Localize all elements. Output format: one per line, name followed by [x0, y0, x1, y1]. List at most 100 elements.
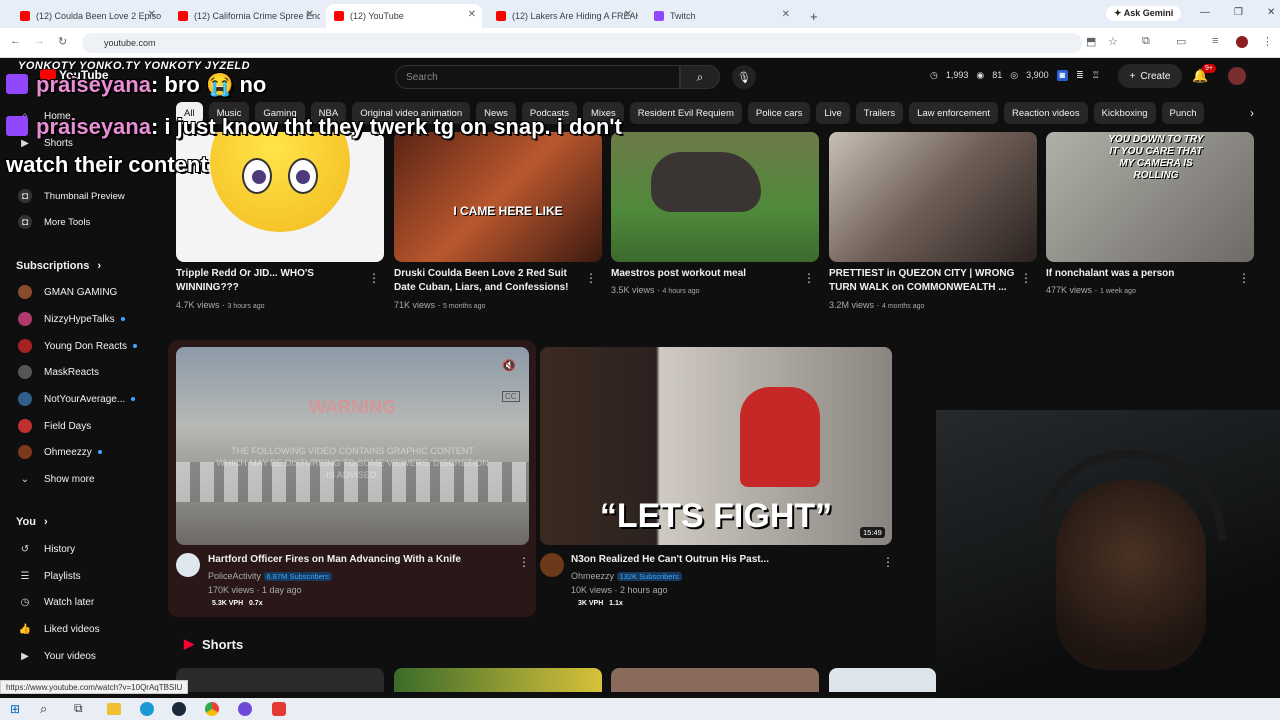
extensions-icon[interactable]: ⧉ [1142, 35, 1150, 48]
new-tab-button[interactable]: + [802, 4, 822, 28]
captions-icon[interactable]: CC [502, 391, 520, 402]
video-title[interactable]: Druski Coulda Been Love 2 Red Suit Date … [394, 267, 579, 295]
search-icon[interactable]: ⌕ [40, 701, 47, 717]
video-thumbnail[interactable] [611, 132, 819, 262]
more-options-icon[interactable]: ⋮ [882, 555, 894, 569]
browser-tab-2[interactable]: (12) California Crime Spree Enc ✕ [170, 4, 320, 28]
subscription-item[interactable]: GMAN GAMING [0, 279, 150, 305]
browser-tab-1[interactable]: (12) Coulda Been Love 2 Episo ✕ [12, 4, 162, 28]
video-thumbnail[interactable]: WARNING THE FOLLOWING VIDEO CONTAINS GRA… [176, 347, 529, 545]
short-thumbnail[interactable] [829, 668, 936, 692]
browser-tab-5[interactable]: Twitch ✕ [646, 4, 796, 28]
chips-next-button[interactable]: › [1242, 102, 1262, 124]
sidepanel-icon[interactable]: ▭ [1176, 35, 1186, 48]
video-title[interactable]: N3on Realized He Can't Outrun His Past..… [571, 553, 871, 567]
chip-law-enforcement[interactable]: Law enforcement [909, 102, 998, 124]
menu-kebab-icon[interactable]: ⋮ [1262, 35, 1273, 48]
channel-avatar[interactable] [176, 553, 200, 577]
sidebar-item-your-videos[interactable]: ▶ Your videos [0, 643, 150, 669]
close-tab-icon[interactable]: ✕ [782, 9, 790, 20]
file-explorer-icon[interactable] [107, 703, 121, 715]
close-tab-icon[interactable]: ✕ [148, 9, 156, 20]
video-title[interactable]: PRETTIEST in QUEZON CITY | WRONG TURN WA… [829, 267, 1019, 295]
subscription-item[interactable]: Young Don Reacts [0, 333, 150, 359]
bookmark-star-icon[interactable]: ☆ [1108, 35, 1118, 48]
sidebar-item-liked-videos[interactable]: 👍 Liked videos [0, 616, 150, 642]
forward-icon[interactable]: → [34, 35, 45, 47]
ask-gemini-button[interactable]: ✦ Ask Gemini [1106, 6, 1182, 21]
profile-avatar[interactable] [1236, 36, 1248, 48]
trophy-icon[interactable]: ♖ [1092, 70, 1100, 81]
search-input[interactable]: Search [395, 65, 680, 89]
chip-live[interactable]: Live [816, 102, 850, 124]
install-icon[interactable]: ⬒ [1086, 35, 1096, 48]
minimize-icon[interactable]: — [1200, 7, 1210, 18]
more-options-icon[interactable]: ⋮ [1238, 271, 1250, 285]
reload-icon[interactable]: ↻ [58, 35, 67, 48]
steam-icon[interactable] [172, 702, 186, 716]
app-icon[interactable] [238, 702, 252, 716]
show-more-button[interactable]: ⌄ Show more [0, 466, 150, 492]
sidebar-item-watch-later[interactable]: ◷ Watch later [0, 589, 150, 615]
task-view-icon[interactable]: ⧉ [74, 701, 83, 716]
subscription-item[interactable]: NotYourAverage... [0, 386, 150, 412]
video-thumbnail[interactable] [829, 132, 1037, 262]
media-icon[interactable]: ≡ [1212, 35, 1218, 47]
close-tab-icon[interactable]: ✕ [306, 9, 314, 20]
close-tab-icon[interactable]: ✕ [624, 9, 632, 20]
sidebar-item-thumbnail-preview[interactable]: ◘ Thumbnail Preview [0, 183, 150, 209]
search-button[interactable]: ⌕ [680, 65, 720, 89]
short-thumbnail[interactable] [394, 668, 602, 692]
subscriptions-heading[interactable]: Subscriptions › [0, 253, 150, 279]
browser-tab-active[interactable]: (12) YouTube ✕ [326, 4, 482, 28]
channel-name[interactable]: Ohmeezzy [571, 571, 614, 581]
bars-icon[interactable]: ≣ [1076, 70, 1084, 81]
short-thumbnail[interactable] [176, 668, 384, 692]
more-options-icon[interactable]: ⋮ [368, 271, 380, 285]
restore-icon[interactable]: ❐ [1234, 7, 1243, 18]
edge-icon[interactable] [140, 702, 154, 716]
url-input[interactable]: youtube.com [82, 33, 1082, 53]
chip-punch[interactable]: Punch [1161, 102, 1205, 124]
chip-trailers[interactable]: Trailers [855, 102, 904, 124]
mute-icon[interactable]: 🔇 [502, 359, 516, 372]
close-tab-icon[interactable]: ✕ [468, 9, 476, 20]
browser-tab-4[interactable]: (12) Lakers Are Hiding A FREAK ✕ [488, 4, 638, 28]
extension-badge-icon[interactable]: ◙ [1056, 70, 1069, 81]
video-thumbnail[interactable]: I CAME HERE LIKE [394, 132, 602, 262]
chip-resident-evil[interactable]: Resident Evil Requiem [629, 102, 742, 124]
windows-start-icon[interactable]: ⊞ [10, 702, 20, 716]
upload-age: 4 hours ago [662, 288, 700, 295]
subscription-item[interactable]: Field Days [0, 413, 150, 439]
sidebar-item-playlists[interactable]: ☰ Playlists [0, 563, 150, 589]
sidebar-item-more-tools[interactable]: ◘ More Tools [0, 209, 150, 235]
video-thumbnail[interactable]: YOU DOWN TO TRY IT YOU CARE THAT MY CAME… [1046, 132, 1254, 262]
recording-app-icon[interactable] [272, 702, 286, 716]
voice-search-button[interactable]: 🎙 [732, 65, 756, 89]
subscription-item[interactable]: Ohmeezzy [0, 439, 150, 465]
chip-kickboxing[interactable]: Kickboxing [1093, 102, 1156, 124]
chip-police-cars[interactable]: Police cars [747, 102, 811, 124]
channel-avatar[interactable] [540, 553, 564, 577]
close-window-icon[interactable]: ✕ [1267, 7, 1275, 18]
create-button[interactable]: + Create [1118, 64, 1182, 88]
more-options-icon[interactable]: ⋮ [1020, 271, 1032, 285]
subscription-item[interactable]: NizzyHypeTalks [0, 306, 150, 332]
video-title[interactable]: Hartford Officer Fires on Man Advancing … [208, 553, 508, 567]
video-title[interactable]: Tripple Redd Or JID... WHO'S WINNING??? [176, 267, 361, 295]
more-options-icon[interactable]: ⋮ [585, 271, 597, 285]
chrome-icon[interactable] [205, 702, 219, 716]
back-icon[interactable]: ← [10, 35, 21, 47]
video-thumbnail[interactable]: “LETS FIGHT” 15:49 [540, 347, 892, 545]
you-heading[interactable]: You › [0, 509, 150, 535]
channel-name[interactable]: PoliceActivity [208, 571, 261, 581]
video-title[interactable]: Maestros post workout meal [611, 267, 796, 281]
more-options-icon[interactable]: ⋮ [803, 271, 815, 285]
more-options-icon[interactable]: ⋮ [518, 555, 530, 569]
short-thumbnail[interactable] [611, 668, 819, 692]
video-title[interactable]: If nonchalant was a person [1046, 267, 1231, 281]
account-avatar[interactable] [1228, 67, 1246, 85]
subscription-item[interactable]: MaskReacts [0, 359, 150, 385]
sidebar-item-history[interactable]: ↺ History [0, 536, 150, 562]
chip-reaction-videos[interactable]: Reaction videos [1003, 102, 1088, 124]
